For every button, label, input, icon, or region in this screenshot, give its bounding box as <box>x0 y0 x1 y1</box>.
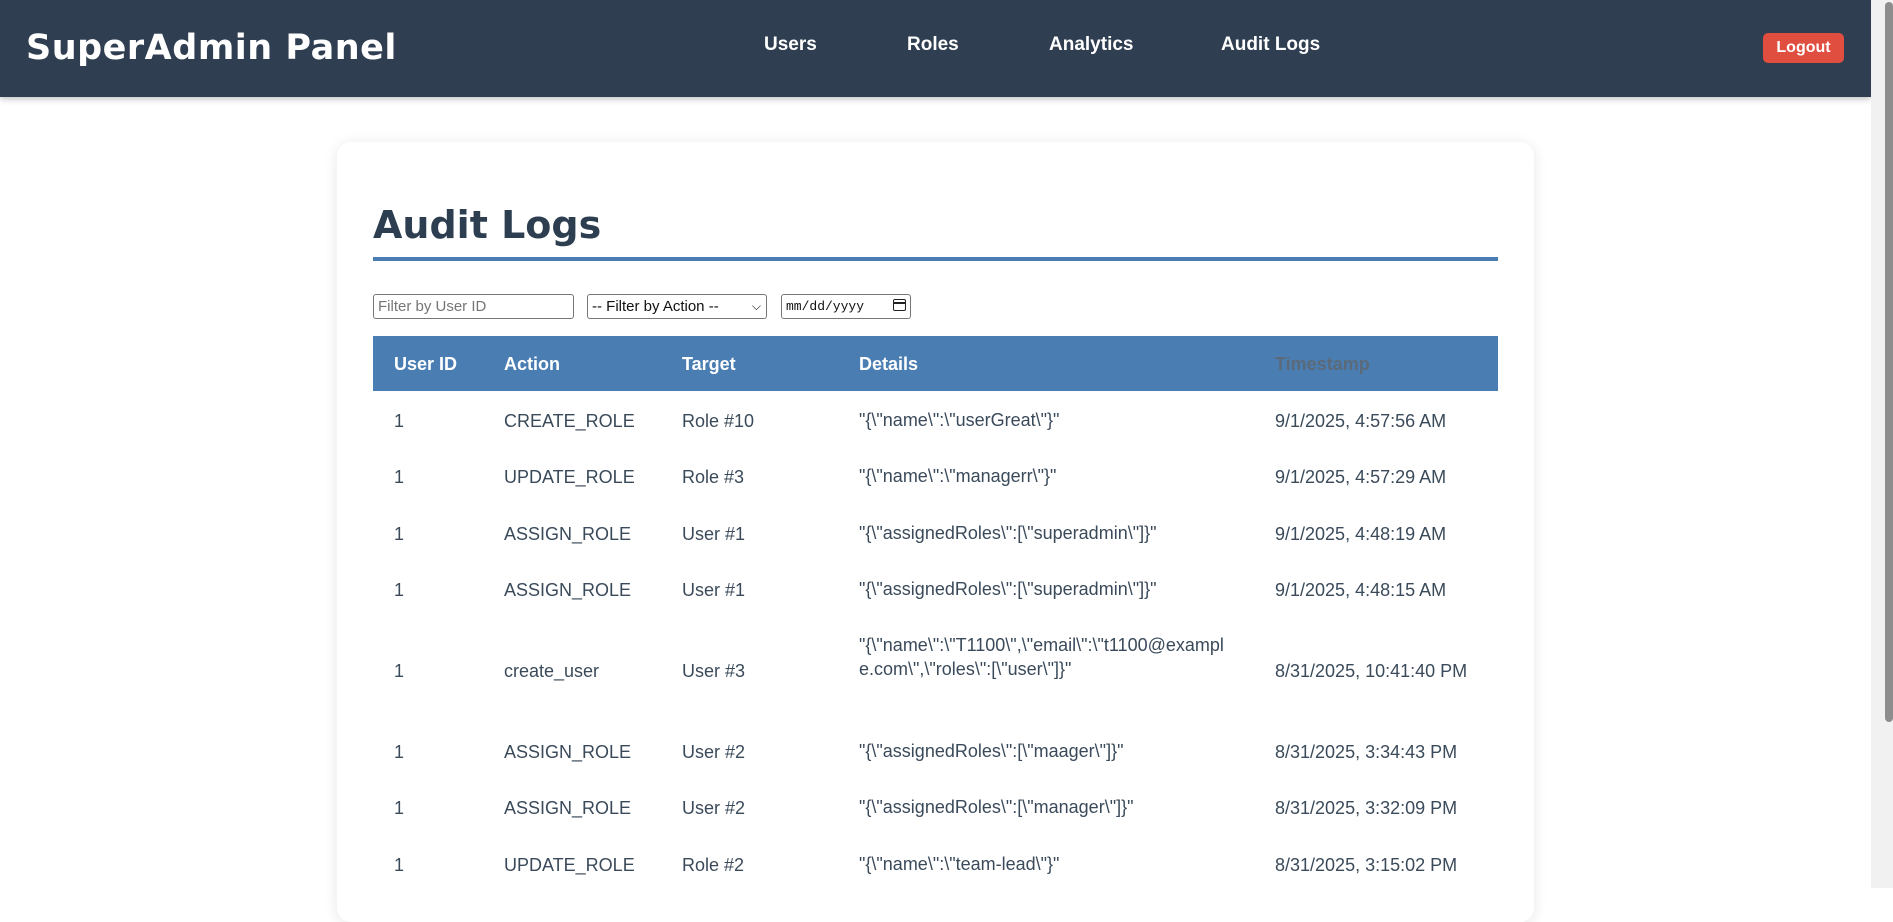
calendar-icon[interactable] <box>893 299 906 311</box>
action-filter-select[interactable]: -- Filter by Action -- ⌵ <box>587 294 767 319</box>
cell-details: "{\"assignedRoles\":[\"manager\"]}" <box>859 797 1134 817</box>
cell-details: "{\"assignedRoles\":[\"superadmin\"]}" <box>859 579 1157 599</box>
cell-action: ASSIGN_ROLE <box>504 798 632 818</box>
cell-details: "{\"name\":\"T1100\",\"email\":\"t1100@e… <box>859 635 1224 679</box>
page-scrollbar-thumb[interactable] <box>1885 2 1893 722</box>
cell-user-id: 1 <box>394 467 405 487</box>
cell-details: "{\"name\":\"team-lead\"}" <box>859 854 1060 874</box>
cell-user-id: 1 <box>394 742 405 762</box>
cell-timestamp: 9/1/2025, 4:48:15 AM <box>1275 580 1447 600</box>
nav-link-analytics[interactable]: Analytics <box>1049 34 1133 56</box>
cell-details: "{\"name\":\"managerr\"}" <box>859 466 1057 486</box>
table-row: 1 ASSIGN_ROLE User #1 "{\"assignedRoles\… <box>373 504 1498 562</box>
cell-action: UPDATE_ROLE <box>504 467 635 487</box>
date-filter-placeholder: mm/dd/yyyy <box>786 299 865 314</box>
cell-target: Role #2 <box>682 855 745 875</box>
cell-user-id: 1 <box>394 855 405 875</box>
cell-action: ASSIGN_ROLE <box>504 580 632 600</box>
column-header-timestamp[interactable]: Timestamp <box>1275 354 1370 375</box>
title-divider <box>373 257 1498 261</box>
column-header-user-id[interactable]: User ID <box>394 354 457 375</box>
cell-action: UPDATE_ROLE <box>504 855 635 875</box>
table-row: 1 UPDATE_ROLE Role #3 "{\"name\":\"manag… <box>373 448 1498 505</box>
nav-link-users[interactable]: Users <box>764 34 817 56</box>
cell-user-id: 1 <box>394 411 405 431</box>
page-title: Audit Logs <box>373 203 602 247</box>
cell-timestamp: 9/1/2025, 4:48:19 AM <box>1275 524 1447 544</box>
cell-timestamp: 8/31/2025, 3:32:09 PM <box>1275 798 1458 818</box>
table-row: 1 UPDATE_ROLE Role #2 "{\"name\":\"team-… <box>373 835 1498 888</box>
cell-target: User #2 <box>682 742 746 762</box>
nav-link-roles[interactable]: Roles <box>907 34 959 56</box>
cell-details: "{\"assignedRoles\":[\"superadmin\"]}" <box>859 523 1157 543</box>
nav-link-audit-logs[interactable]: Audit Logs <box>1221 34 1320 56</box>
column-header-action[interactable]: Action <box>504 354 560 375</box>
cell-user-id: 1 <box>394 580 405 600</box>
cell-target: Role #10 <box>682 411 755 431</box>
action-filter-selected: -- Filter by Action -- <box>592 298 719 315</box>
cell-details: "{\"name\":\"userGreat\"}" <box>859 410 1060 430</box>
table-row: 1 create_user User #3 "{\"name\":\"T1100… <box>373 617 1498 723</box>
brand-title: SuperAdmin Panel <box>26 28 397 68</box>
cell-target: User #1 <box>682 524 746 544</box>
cell-action: ASSIGN_ROLE <box>504 742 632 762</box>
table-row: 1 ASSIGN_ROLE User #2 "{\"assignedRoles\… <box>373 779 1498 836</box>
column-header-target[interactable]: Target <box>682 354 736 375</box>
cell-timestamp: 9/1/2025, 4:57:29 AM <box>1275 467 1447 487</box>
cell-action: ASSIGN_ROLE <box>504 524 632 544</box>
cell-user-id: 1 <box>394 661 405 681</box>
column-header-details[interactable]: Details <box>859 354 918 375</box>
table-row: 1 CREATE_ROLE Role #10 "{\"name\":\"user… <box>373 391 1498 449</box>
cell-target: User #3 <box>682 661 746 681</box>
cell-timestamp: 9/1/2025, 4:57:56 AM <box>1275 411 1447 431</box>
top-nav-bar: SuperAdmin Panel Users Roles Analytics A… <box>0 0 1871 97</box>
table-header: User ID Action Target Details Timestamp <box>373 336 1498 391</box>
cell-user-id: 1 <box>394 798 405 818</box>
chevron-down-icon: ⌵ <box>751 299 761 313</box>
table-row: 1 ASSIGN_ROLE User #1 "{\"assignedRoles\… <box>373 561 1498 618</box>
table-row: 1 ASSIGN_ROLE User #2 "{\"assignedRoles\… <box>373 722 1498 780</box>
cell-target: User #2 <box>682 798 746 818</box>
cell-target: Role #3 <box>682 467 745 487</box>
cell-user-id: 1 <box>394 524 405 544</box>
cell-target: User #1 <box>682 580 746 600</box>
cell-action: create_user <box>504 661 600 681</box>
logout-button[interactable]: Logout <box>1763 33 1844 63</box>
date-filter-input[interactable]: mm/dd/yyyy <box>781 294 911 319</box>
cell-action: CREATE_ROLE <box>504 411 635 431</box>
cell-details: "{\"assignedRoles\":[\"maager\"]}" <box>859 741 1124 761</box>
cell-timestamp: 8/31/2025, 10:41:40 PM <box>1275 661 1468 681</box>
cell-timestamp: 8/31/2025, 3:34:43 PM <box>1275 742 1458 762</box>
user-id-filter-input[interactable] <box>373 294 574 319</box>
cell-timestamp: 8/31/2025, 3:15:02 PM <box>1275 855 1458 875</box>
